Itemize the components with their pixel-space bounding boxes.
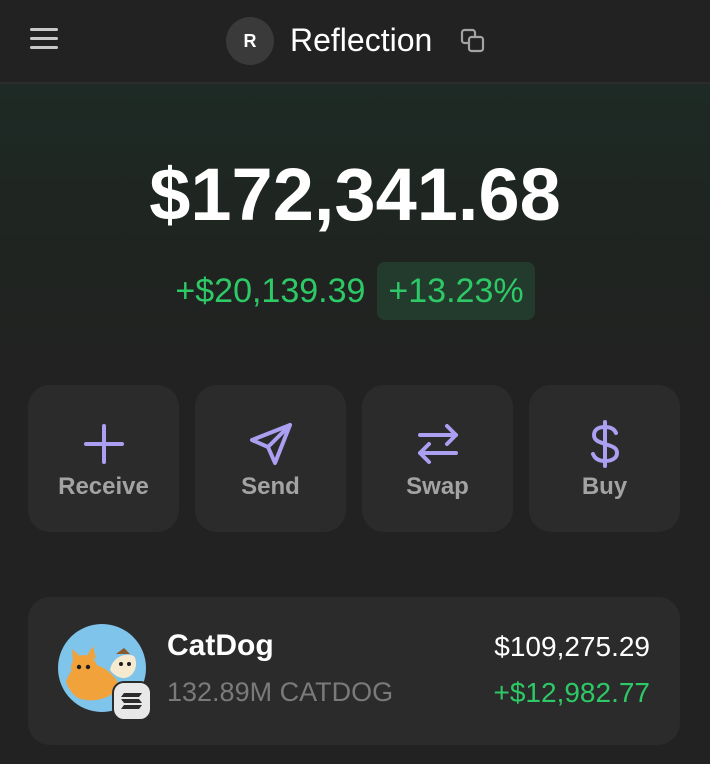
plus-icon <box>83 424 124 464</box>
account-name[interactable]: Reflection <box>290 20 432 60</box>
token-change: +$12,982.77 <box>493 677 651 708</box>
token-value: $109,275.29 <box>494 631 650 662</box>
token-amount: 132.89M CATDOG <box>167 677 394 707</box>
send-button[interactable]: Send <box>195 385 346 532</box>
send-label: Send <box>241 473 300 500</box>
change-percent-badge: +13.23% <box>377 262 535 320</box>
token-name: CatDog <box>167 629 274 662</box>
solana-icon <box>112 681 152 721</box>
total-balance: $172,341.68 <box>149 153 561 236</box>
buy-button[interactable]: Buy <box>529 385 680 532</box>
buy-label: Buy <box>581 473 628 500</box>
menu-icon[interactable] <box>30 28 58 50</box>
swap-icon <box>417 424 458 464</box>
send-icon <box>249 423 292 465</box>
receive-label: Receive <box>58 473 149 500</box>
swap-button[interactable]: Swap <box>362 385 513 532</box>
receive-button[interactable]: Receive <box>28 385 179 532</box>
copy-icon[interactable] <box>460 28 486 54</box>
dollar-icon <box>590 420 619 468</box>
swap-label: Swap <box>406 473 469 500</box>
top-bar: R Reflection <box>0 0 710 84</box>
balance-change-row: +$20,139.39 +13.23% <box>0 262 710 320</box>
change-amount: +$20,139.39 <box>175 272 366 310</box>
account-avatar[interactable]: R <box>226 17 274 65</box>
token-row-catdog[interactable]: CatDog 132.89M CATDOG $109,275.29 +$12,9… <box>28 597 680 745</box>
